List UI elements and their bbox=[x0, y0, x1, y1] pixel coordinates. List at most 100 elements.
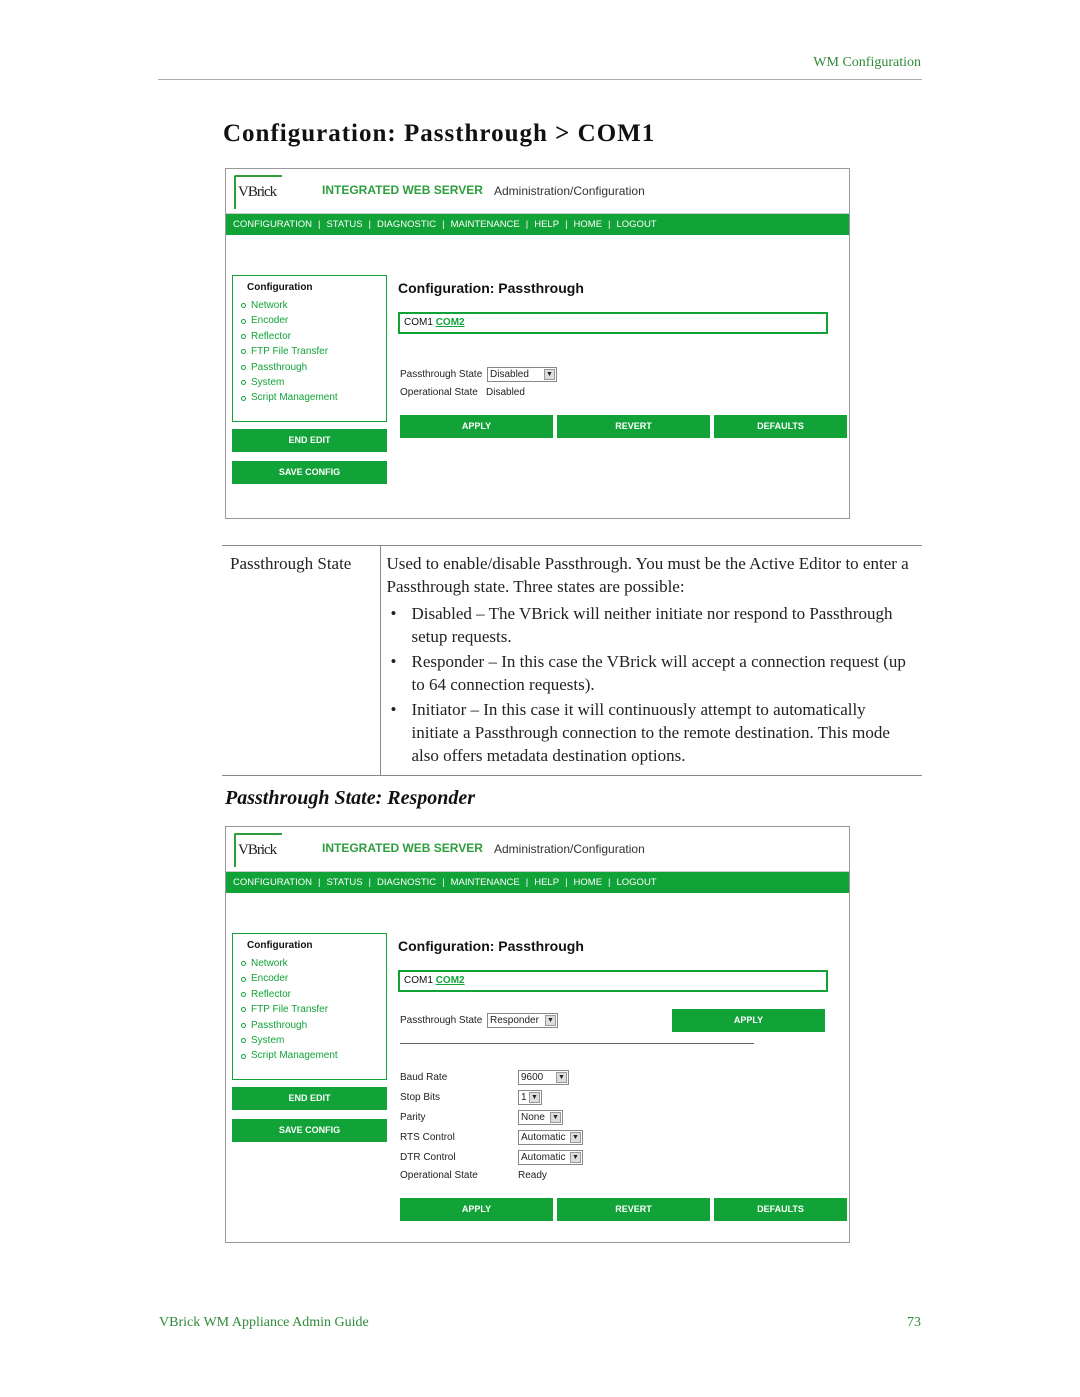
divider bbox=[400, 1043, 754, 1044]
sidebar-item-ftp[interactable]: FTP File Transfer bbox=[241, 344, 378, 359]
rts-control-select[interactable]: Automatic ▼ bbox=[518, 1130, 583, 1145]
sidebar-item-passthrough[interactable]: Passthrough bbox=[241, 1018, 378, 1033]
parity-select[interactable]: None ▼ bbox=[518, 1110, 563, 1125]
com-tabs: COM1 COM2 bbox=[398, 970, 828, 992]
com-tabs: COM1 COM2 bbox=[398, 312, 828, 334]
sidebar-item-script-management[interactable]: Script Management bbox=[241, 1048, 378, 1063]
tab-com1[interactable]: COM1 bbox=[404, 317, 433, 328]
passthrough-state-select[interactable]: Disabled ▼ bbox=[487, 367, 557, 382]
passthrough-state-select[interactable]: Responder ▼ bbox=[487, 1013, 558, 1028]
parity-label: Parity bbox=[400, 1112, 426, 1123]
sidebar-item-passthrough[interactable]: Passthrough bbox=[241, 360, 378, 375]
stop-bits-label: Stop Bits bbox=[400, 1092, 441, 1103]
config-title: Configuration: Passthrough bbox=[398, 938, 584, 954]
nav-status[interactable]: STATUS bbox=[326, 219, 368, 230]
nav-logout[interactable]: LOGOUT bbox=[617, 877, 663, 888]
nav-configuration[interactable]: CONFIGURATION bbox=[233, 219, 318, 230]
revert-button[interactable]: REVERT bbox=[557, 415, 710, 438]
nav-help[interactable]: HELP bbox=[534, 219, 565, 230]
list-item: Initiator – In this case it will continu… bbox=[387, 698, 917, 767]
server-label: INTEGRATED WEB SERVER bbox=[322, 183, 483, 197]
app-header: VBrick INTEGRATED WEB SERVER Administrat… bbox=[226, 169, 849, 214]
dropdown-arrow-icon: ▼ bbox=[545, 1015, 556, 1026]
description-intro: Used to enable/disable Passthrough. You … bbox=[386, 554, 909, 596]
tab-com2[interactable]: COM2 bbox=[436, 975, 465, 986]
screenshot-disabled: VBrick INTEGRATED WEB SERVER Administrat… bbox=[225, 168, 850, 519]
end-edit-button[interactable]: END EDIT bbox=[232, 1087, 387, 1110]
dtr-control-select[interactable]: Automatic ▼ bbox=[518, 1150, 583, 1165]
nav-bar: CONFIGURATION | STATUS | DIAGNOSTIC | MAINT… bbox=[226, 872, 849, 893]
admin-label: Administration/Configuration bbox=[494, 842, 645, 856]
sidebar-item-system[interactable]: System bbox=[241, 375, 378, 390]
sidebar-header: Configuration bbox=[247, 940, 313, 951]
baud-rate-select[interactable]: 9600 ▼ bbox=[518, 1070, 569, 1085]
page-title: Configuration: Passthrough > COM1 bbox=[223, 120, 656, 147]
dropdown-arrow-icon: ▼ bbox=[570, 1132, 581, 1143]
dropdown-arrow-icon: ▼ bbox=[529, 1092, 540, 1103]
nav-home[interactable]: HOME bbox=[574, 877, 609, 888]
server-label: INTEGRATED WEB SERVER bbox=[322, 841, 483, 855]
subsection-title: Passthrough State: Responder bbox=[225, 787, 476, 809]
dropdown-arrow-icon: ▼ bbox=[556, 1072, 567, 1083]
dropdown-arrow-icon: ▼ bbox=[550, 1112, 561, 1123]
page-number: 73 bbox=[907, 1315, 921, 1330]
operational-state-value: Disabled bbox=[486, 387, 525, 398]
revert-button[interactable]: REVERT bbox=[557, 1198, 710, 1221]
save-config-button[interactable]: SAVE CONFIG bbox=[232, 461, 387, 484]
sidebar-header: Configuration bbox=[247, 282, 313, 293]
operational-state-value: Ready bbox=[518, 1170, 547, 1181]
sidebar-item-reflector[interactable]: Reflector bbox=[241, 329, 378, 344]
dropdown-arrow-icon: ▼ bbox=[570, 1152, 581, 1163]
tab-com1[interactable]: COM1 bbox=[404, 975, 433, 986]
running-head: WM Configuration bbox=[813, 55, 921, 70]
parameter-table: Passthrough State Used to enable/disable… bbox=[222, 545, 922, 776]
rts-control-label: RTS Control bbox=[400, 1132, 455, 1143]
sidebar-item-system[interactable]: System bbox=[241, 1033, 378, 1048]
operational-state-label: Operational State bbox=[400, 1170, 478, 1181]
passthrough-state-label: Passthrough State bbox=[400, 1015, 483, 1026]
config-sidebar: Configuration Network Encoder Reflector … bbox=[232, 275, 387, 422]
sidebar-item-reflector[interactable]: Reflector bbox=[241, 987, 378, 1002]
apply-button[interactable]: APPLY bbox=[400, 1198, 553, 1221]
sidebar-item-network[interactable]: Network bbox=[241, 298, 378, 313]
list-item: Disabled – The VBrick will neither initi… bbox=[387, 602, 917, 648]
stop-bits-select[interactable]: 1 ▼ bbox=[518, 1090, 542, 1105]
nav-maintenance[interactable]: MAINTENANCE bbox=[451, 219, 526, 230]
nav-home[interactable]: HOME bbox=[574, 219, 609, 230]
screenshot-responder: VBrick INTEGRATED WEB SERVER Administrat… bbox=[225, 826, 850, 1243]
save-config-button[interactable]: SAVE CONFIG bbox=[232, 1119, 387, 1142]
sidebar-item-encoder[interactable]: Encoder bbox=[241, 971, 378, 986]
sidebar-item-script-management[interactable]: Script Management bbox=[241, 390, 378, 405]
vbrick-logo: VBrick bbox=[234, 175, 282, 209]
nav-diagnostic[interactable]: DIAGNOSTIC bbox=[377, 877, 442, 888]
nav-logout[interactable]: LOGOUT bbox=[617, 219, 663, 230]
dtr-control-label: DTR Control bbox=[400, 1152, 456, 1163]
nav-help[interactable]: HELP bbox=[534, 877, 565, 888]
defaults-button[interactable]: DEFAULTS bbox=[714, 1198, 847, 1221]
table-row: Passthrough State Used to enable/disable… bbox=[222, 545, 922, 776]
nav-maintenance[interactable]: MAINTENANCE bbox=[451, 877, 526, 888]
apply-state-button[interactable]: APPLY bbox=[672, 1009, 825, 1032]
app-header: VBrick INTEGRATED WEB SERVER Administrat… bbox=[226, 827, 849, 872]
footer-title: VBrick WM Appliance Admin Guide bbox=[159, 1315, 369, 1330]
nav-configuration[interactable]: CONFIGURATION bbox=[233, 877, 318, 888]
parameter-name: Passthrough State bbox=[222, 545, 381, 776]
sidebar-item-ftp[interactable]: FTP File Transfer bbox=[241, 1002, 378, 1017]
sidebar-item-encoder[interactable]: Encoder bbox=[241, 313, 378, 328]
nav-bar: CONFIGURATION | STATUS | DIAGNOSTIC | MAINT… bbox=[226, 214, 849, 235]
end-edit-button[interactable]: END EDIT bbox=[232, 429, 387, 452]
tab-com2[interactable]: COM2 bbox=[436, 317, 465, 328]
admin-label: Administration/Configuration bbox=[494, 184, 645, 198]
header-rule bbox=[158, 79, 922, 80]
sidebar-item-network[interactable]: Network bbox=[241, 956, 378, 971]
config-sidebar: Configuration Network Encoder Reflector … bbox=[232, 933, 387, 1080]
apply-button[interactable]: APPLY bbox=[400, 415, 553, 438]
nav-diagnostic[interactable]: DIAGNOSTIC bbox=[377, 219, 442, 230]
baud-rate-label: Baud Rate bbox=[400, 1072, 448, 1083]
parameter-description: Used to enable/disable Passthrough. You … bbox=[380, 546, 922, 776]
config-title: Configuration: Passthrough bbox=[398, 280, 584, 296]
passthrough-state-label: Passthrough State bbox=[400, 369, 483, 380]
operational-state-label: Operational State bbox=[400, 387, 478, 398]
nav-status[interactable]: STATUS bbox=[326, 877, 368, 888]
defaults-button[interactable]: DEFAULTS bbox=[714, 415, 847, 438]
